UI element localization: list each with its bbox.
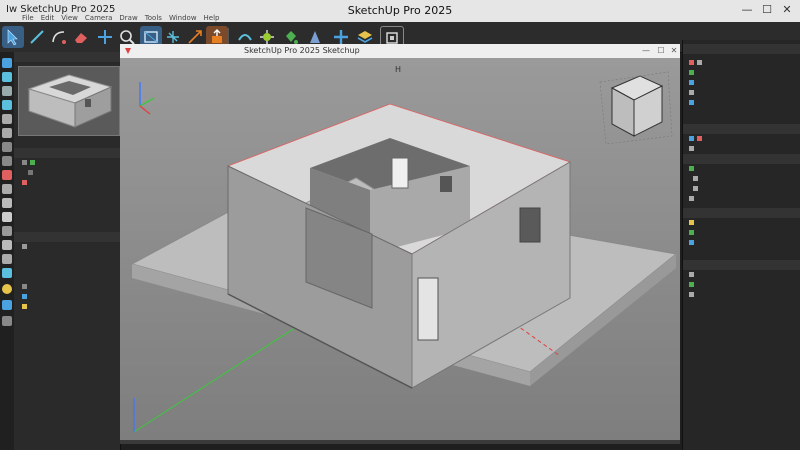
materials-header (683, 124, 800, 134)
rail-arc-icon[interactable] (2, 86, 12, 96)
outliner-item[interactable] (14, 178, 120, 188)
rail-zoom-icon[interactable] (2, 300, 12, 310)
outliner-item[interactable] (14, 158, 120, 168)
arc-tool-button[interactable] (48, 26, 70, 48)
line-tool-button[interactable] (26, 26, 48, 48)
select-icon (7, 29, 18, 46)
menu-draw[interactable]: Draw (119, 14, 137, 22)
menu-edit[interactable]: Edit (41, 14, 55, 22)
eraser-icon (75, 33, 87, 43)
entity-info-header (683, 44, 800, 54)
menu-camera[interactable]: Camera (85, 14, 112, 22)
styles-header (683, 154, 800, 164)
rail-tape-icon[interactable] (2, 156, 12, 166)
tray-item[interactable] (683, 68, 800, 78)
tags-section (14, 232, 120, 352)
tray-item[interactable] (683, 164, 800, 174)
menu-window[interactable]: Window (169, 14, 197, 22)
rail-shape-icon[interactable] (2, 100, 12, 110)
outliner-item[interactable] (14, 168, 120, 178)
outliner-section (14, 148, 120, 208)
tray-item[interactable] (683, 184, 800, 194)
tray-item[interactable] (683, 194, 800, 204)
menu-bar: File Edit View Camera Draw Tools Window … (22, 14, 220, 22)
rail-zoom-extents-icon[interactable] (2, 316, 12, 326)
tray-item[interactable] (683, 228, 800, 238)
viewport-titlebar: SketchUp Pro 2025 Sketchup — ☐ ✕ (120, 44, 680, 58)
model-scene[interactable]: H (120, 58, 680, 440)
rail-text-icon[interactable] (2, 198, 12, 208)
rail-line-icon[interactable] (2, 72, 12, 82)
entity-info-section (683, 44, 800, 108)
outliner-header (14, 148, 120, 158)
tray-item[interactable] (683, 98, 800, 108)
rail-dimension-icon[interactable] (2, 184, 12, 194)
tray-item[interactable] (683, 270, 800, 280)
rail-look-icon[interactable] (2, 254, 12, 264)
rail-paint-icon[interactable] (2, 240, 12, 250)
rail-walk-icon[interactable] (2, 226, 12, 236)
move-tool-button[interactable] (94, 26, 116, 48)
viewport-marker: H (395, 65, 401, 74)
rail-orbit-icon[interactable] (2, 268, 12, 278)
tray-item[interactable] (683, 134, 800, 144)
rail-pencil-icon[interactable] (2, 114, 12, 124)
close-button[interactable]: ✕ (780, 3, 794, 17)
materials-section (683, 124, 800, 154)
rail-follow-me-icon[interactable] (2, 142, 12, 152)
tray-item[interactable] (683, 78, 800, 88)
left-panel (14, 52, 121, 450)
side-window[interactable] (519, 207, 541, 243)
interior-window-small[interactable] (440, 176, 452, 192)
menu-tools[interactable]: Tools (145, 14, 162, 22)
viewport-maximize-button[interactable]: ☐ (655, 45, 667, 57)
styles-section (683, 154, 800, 204)
title-bar: SketchUp Pro 2025 Iw SketchUp Pro 2025 F… (0, 0, 800, 22)
menu-help[interactable]: Help (204, 14, 220, 22)
rail-eraser-icon[interactable] (2, 170, 12, 180)
model-thumbnail[interactable] (18, 66, 120, 136)
right-tray (682, 40, 800, 450)
tags-header (14, 232, 120, 242)
house-thumbnail-icon (27, 74, 113, 128)
tag-item[interactable] (14, 282, 120, 292)
tray-item[interactable] (683, 280, 800, 290)
tray-item[interactable] (683, 144, 800, 154)
move-icon (98, 30, 112, 44)
tray-item[interactable] (683, 238, 800, 248)
tag-item[interactable] (14, 292, 120, 302)
tray-item[interactable] (683, 290, 800, 300)
layers-header (683, 208, 800, 218)
maximize-button[interactable]: ☐ (760, 3, 774, 17)
left-tool-rail (0, 52, 15, 450)
rail-select-icon[interactable] (2, 58, 12, 68)
menu-file[interactable]: File (22, 14, 34, 22)
tag-item[interactable] (14, 302, 120, 312)
eraser-tool-button[interactable] (70, 26, 92, 48)
tray-item[interactable] (683, 88, 800, 98)
viewport-close-button[interactable]: ✕ (668, 45, 680, 57)
left-panel-header (14, 52, 120, 62)
tray-item[interactable] (683, 58, 800, 68)
viewport-title: SketchUp Pro 2025 Sketchup (244, 46, 360, 55)
minimize-button[interactable]: — (740, 3, 754, 17)
tray-item[interactable] (683, 174, 800, 184)
3d-viewport[interactable]: H (120, 58, 680, 440)
rail-axes-icon[interactable] (2, 212, 12, 222)
layers-section (683, 208, 800, 248)
rail-offset-icon[interactable] (2, 128, 12, 138)
select-tool-button[interactable] (2, 26, 24, 48)
tray-item[interactable] (683, 218, 800, 228)
menu-view[interactable]: View (61, 14, 78, 22)
line-icon (30, 30, 44, 44)
scenes-header (683, 260, 800, 270)
arc-icon (52, 31, 66, 44)
sketchup-logo-icon (125, 48, 131, 54)
interior-window[interactable] (391, 157, 409, 189)
rail-pan-icon[interactable] (2, 284, 12, 294)
side-window-tall[interactable] (417, 277, 439, 341)
scenes-section (683, 260, 800, 300)
viewport-minimize-button[interactable]: — (640, 45, 652, 57)
tag-item[interactable] (14, 242, 120, 252)
